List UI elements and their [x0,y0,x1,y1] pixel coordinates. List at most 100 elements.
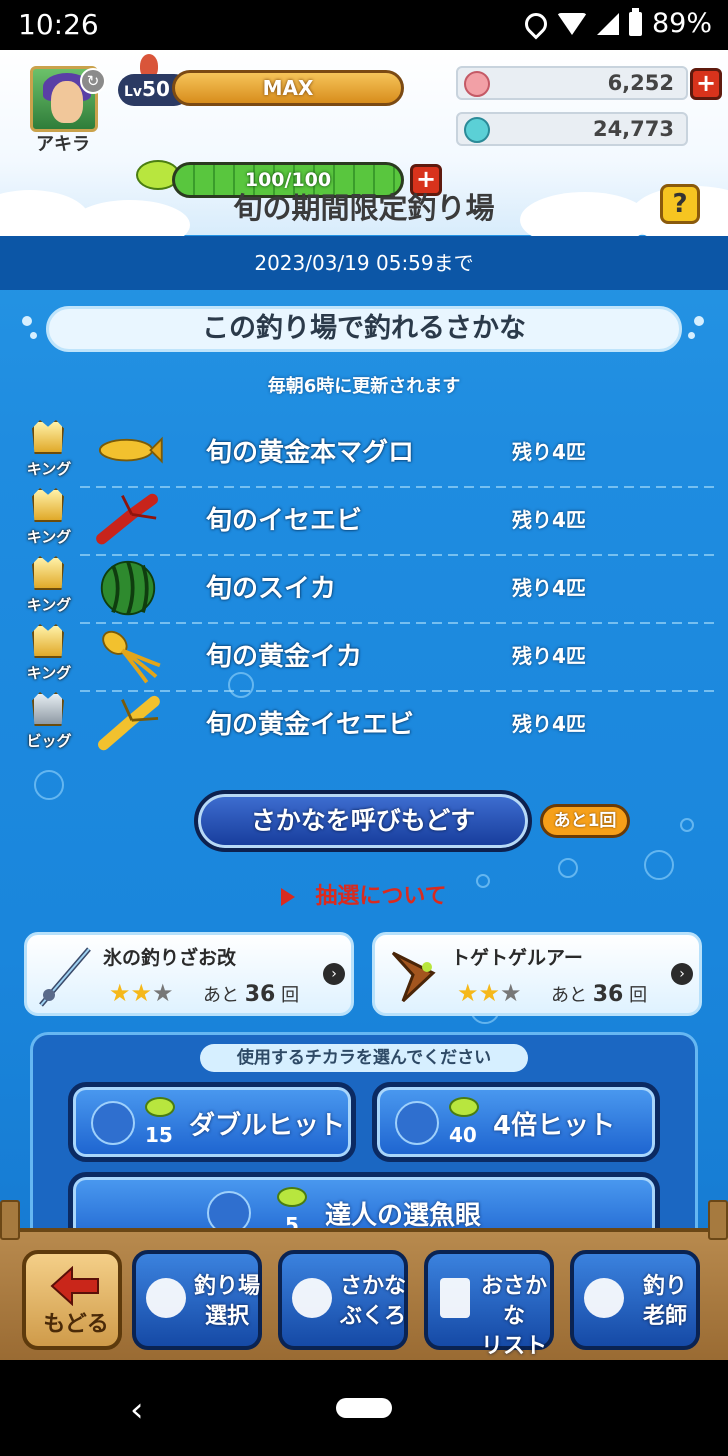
fish-row: キング 旬のイセエビ 残り4匹 [0,486,728,556]
lure-uses-remaining: あと 36 回 [551,981,647,1007]
fish-name: 旬の黄金イカ [206,642,363,672]
chevron-right-icon: › [323,963,345,985]
fish-bag-icon [292,1278,332,1318]
fish-section-heading: この釣り場で釣れるさかな [46,306,682,352]
system-home-pill[interactable] [336,1398,392,1418]
cellular-signal-icon [596,12,619,35]
chevron-right-icon: › [671,963,693,985]
fishing-master-icon [584,1278,624,1318]
fish-row: ビッグ 旬の黄金イセエビ 残り4匹 [0,690,728,758]
status-icons: 89% [520,7,712,40]
player-header: ↻ アキラ Lv50 MAX 100/100 + 6,252 + 24,773 … [0,50,728,250]
system-back-icon[interactable]: ‹ [130,1390,144,1430]
rod-uses-value: 36 [244,982,276,1007]
lobster-icon [96,493,158,545]
fish-name: 旬のイセエビ [206,506,363,536]
medal-counter: 24,773 [456,112,688,146]
fish-remaining: 残り4匹 [512,440,586,464]
game-screen: ↻ アキラ Lv50 MAX 100/100 + 6,252 + 24,773 … [0,50,728,1360]
quadruple-hit-button[interactable]: 40 4倍ヒット [372,1082,660,1162]
stamina-fish-icon [449,1097,479,1117]
battery-percent: 89% [651,8,712,39]
king-crown-icon [32,556,64,590]
dot-decoration [30,332,37,339]
recall-remaining-badge: あと1回 [540,804,630,838]
king-crown-icon [32,420,64,454]
dot-decoration [22,316,32,326]
rank-badge: ビッグ [22,692,76,752]
rank-badge: キング [22,624,76,684]
battery-icon [628,7,642,36]
rank-badge: キング [22,488,76,548]
fish-row: キング 旬のスイカ 残り4匹 [0,554,728,624]
lure-uses-suffix: 回 [629,985,648,1006]
fishing-spot-icon [146,1278,186,1318]
lure-card[interactable]: トゲトゲルアー ★★★ あと 36 回 › [372,932,702,1016]
fish-bag-button[interactable]: さかな ぶくろ [278,1250,408,1350]
medal-value: 24,773 [592,117,674,141]
ice-fishing-rod-icon [39,947,91,1007]
rod-card[interactable]: 氷の釣りざお改 ★★★ あと 36 回 › [24,932,354,1016]
stamina-fish-icon [145,1097,175,1117]
rank-label: キング [26,460,72,478]
fish-list-label: おさかな リスト [480,1274,547,1359]
double-hit-button[interactable]: 15 ダブルヒット [68,1082,356,1162]
fishing-spot-button[interactable]: 釣り場 選択 [132,1250,262,1350]
bubble-decoration [558,858,578,878]
lottery-info-link[interactable]: 抽選について [0,878,728,910]
rank-label: キング [26,664,72,682]
rank-label: キング [26,596,72,614]
level-value: 50 [142,77,170,101]
add-gems-button[interactable]: + [690,68,722,100]
back-button[interactable]: もどる [22,1250,122,1350]
rank-label: キング [26,528,72,546]
recall-fish-button[interactable]: さかなを呼びもどす [194,790,532,852]
bubble-decoration [644,850,674,880]
golden-lobster-icon [98,695,160,751]
fish-remaining: 残り4匹 [512,576,586,600]
golden-tuna-icon [98,436,163,464]
stamina-fish-icon [277,1187,307,1207]
fish-name: 旬のスイカ [206,574,337,604]
fish-name: 旬の黄金本マグロ [206,438,415,468]
double-hit-cost: 15 [145,1123,173,1147]
clock: 10:26 [18,8,99,41]
gem-icon [464,71,490,97]
watermelon-icon [100,560,156,616]
rod-uses-remaining: あと 36 回 [203,981,299,1007]
play-triangle-icon [281,888,296,906]
back-label: もどる [43,1312,109,1337]
gem-counter: 6,252 [456,66,688,100]
lure-name: トゲトゲルアー [451,947,583,969]
rod-name: 氷の釣りざお改 [103,947,237,969]
dot-decoration [694,316,704,326]
fish-row: キング 旬の黄金本マグロ 残り4匹 [0,418,728,488]
lure-star-rating: ★★★ [457,979,522,1007]
fishing-spot-label: 釣り場 選択 [193,1274,260,1329]
master-eye-label: 達人の選魚眼 [325,1201,482,1231]
fish-remaining: 残り4匹 [512,508,586,532]
help-button[interactable]: ? [660,184,700,224]
fishing-master-label: 釣り 老師 [642,1274,687,1329]
quadruple-hit-cost: 40 [449,1123,477,1147]
fish-remaining: 残り4匹 [512,644,586,668]
fish-remaining: 残り4匹 [512,712,586,736]
system-nav-bar: ‹ [0,1360,728,1456]
update-note: 毎朝6時に更新されます [267,376,461,397]
fish-name: 旬の黄金イセエビ [206,710,415,740]
status-bar: 10:26 89% [0,0,728,50]
rod-star-rating: ★★★ [109,979,174,1007]
fishing-master-button[interactable]: 釣り 老師 [570,1250,700,1350]
power-panel-title: 使用するチカラを選んでください [200,1044,528,1072]
player-name: アキラ [36,134,90,155]
double-hit-icon [91,1101,135,1145]
quadruple-hit-label: 4倍ヒット [493,1111,616,1141]
bubble-decoration [680,818,694,832]
reload-icon[interactable]: ↻ [80,68,106,94]
quadruple-hit-icon [395,1101,439,1145]
bottom-nav: もどる 釣り場 選択 さかな ぶくろ おさかな リスト 釣り 老師 [0,1200,728,1360]
rank-badge: キング [22,556,76,616]
king-crown-icon [32,624,64,658]
medal-icon [464,117,490,143]
fish-list-button[interactable]: おさかな リスト [424,1250,554,1359]
